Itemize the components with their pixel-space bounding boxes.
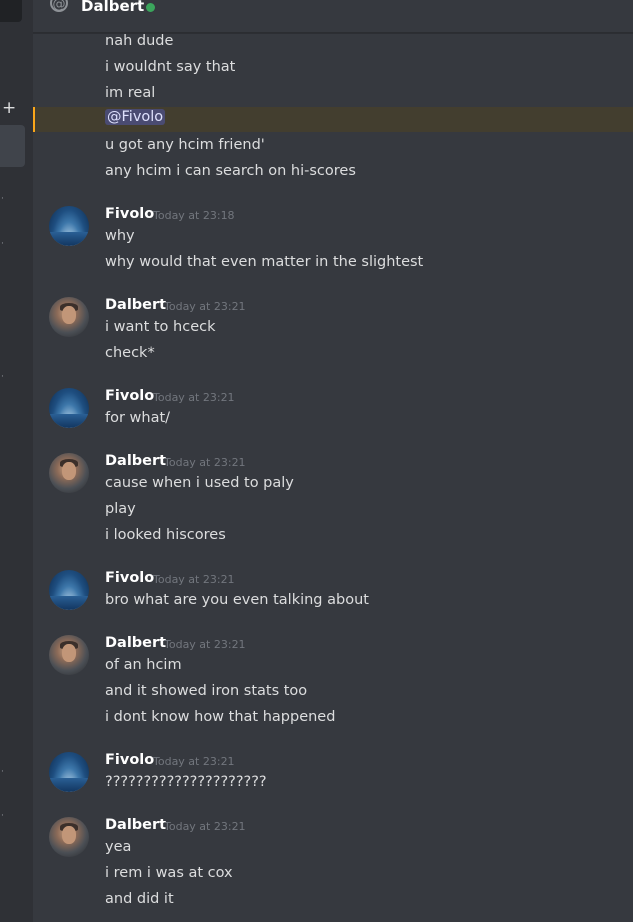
message-line: cause when i used to paly bbox=[105, 475, 294, 491]
timestamp: Today at 23:21 bbox=[153, 391, 235, 404]
channel-name[interactable]: Dalbert bbox=[81, 0, 144, 15]
ellipsis-icon: · bbox=[1, 372, 4, 382]
message-line: yea bbox=[105, 839, 132, 855]
message-line: i looked hiscores bbox=[105, 527, 226, 543]
message-line: im real bbox=[105, 85, 156, 101]
message-line: i rem i was at cox bbox=[105, 865, 233, 881]
avatar[interactable] bbox=[49, 752, 89, 792]
message-line: nah dude bbox=[105, 33, 174, 49]
timestamp: Today at 23:21 bbox=[164, 638, 246, 651]
timestamp: Today at 23:21 bbox=[164, 820, 246, 833]
author-name[interactable]: Dalbert bbox=[105, 297, 166, 313]
message-line: of an hcim bbox=[105, 657, 182, 673]
avatar[interactable] bbox=[49, 297, 89, 337]
sidebar-top-block bbox=[0, 0, 22, 22]
message-line: for what/ bbox=[105, 410, 171, 426]
avatar[interactable] bbox=[49, 206, 89, 246]
author-name[interactable]: Fivolo bbox=[105, 388, 154, 404]
avatar[interactable] bbox=[49, 570, 89, 610]
message-line: ????????????????????? bbox=[105, 774, 267, 790]
add-icon[interactable]: + bbox=[2, 98, 16, 118]
channel-header: @ Dalbert bbox=[33, 0, 633, 33]
message-line: why bbox=[105, 228, 135, 244]
message-line: bro what are you even talking about bbox=[105, 592, 369, 608]
message-line: play bbox=[105, 501, 136, 517]
timestamp: Today at 23:21 bbox=[153, 755, 235, 768]
at-icon: @ bbox=[50, 0, 68, 12]
message-line: check* bbox=[105, 345, 155, 361]
author-name[interactable]: Fivolo bbox=[105, 206, 154, 222]
message-line: and it showed iron stats too bbox=[105, 683, 308, 699]
message-line: and did it bbox=[105, 891, 174, 907]
avatar[interactable] bbox=[49, 388, 89, 428]
timestamp: Today at 23:21 bbox=[153, 573, 235, 586]
message-line: i want to hceck bbox=[105, 319, 216, 335]
avatar[interactable] bbox=[49, 817, 89, 857]
author-name[interactable]: Dalbert bbox=[105, 635, 166, 651]
message-line: i wouldnt say that bbox=[105, 59, 236, 75]
ellipsis-icon: · bbox=[1, 767, 4, 777]
author-name[interactable]: Fivolo bbox=[105, 752, 154, 768]
ellipsis-icon: · bbox=[1, 811, 4, 821]
ellipsis-icon: · bbox=[1, 194, 4, 204]
message-line: i dont know how that happened bbox=[105, 709, 336, 725]
author-name[interactable]: Dalbert bbox=[105, 817, 166, 833]
message-line: any hcim i can search on hi-scores bbox=[105, 163, 356, 179]
user-mention[interactable]: @Fivolo bbox=[105, 109, 166, 125]
timestamp: Today at 23:18 bbox=[153, 209, 235, 222]
timestamp: Today at 23:21 bbox=[164, 300, 246, 313]
author-name[interactable]: Dalbert bbox=[105, 453, 166, 469]
ellipsis-icon: · bbox=[1, 239, 4, 249]
message-line: why would that even matter in the slight… bbox=[105, 254, 424, 270]
message-line: u got any hcim friend' bbox=[105, 137, 265, 153]
online-status-icon bbox=[146, 3, 155, 12]
message-list[interactable]: nah dude i wouldnt say that im real @Fiv… bbox=[33, 0, 633, 922]
author-name[interactable]: Fivolo bbox=[105, 570, 154, 586]
timestamp: Today at 23:21 bbox=[164, 456, 246, 469]
server-sidebar: + · · · · · bbox=[0, 0, 33, 922]
selected-dm-item[interactable] bbox=[0, 125, 25, 167]
avatar[interactable] bbox=[49, 453, 89, 493]
avatar[interactable] bbox=[49, 635, 89, 675]
